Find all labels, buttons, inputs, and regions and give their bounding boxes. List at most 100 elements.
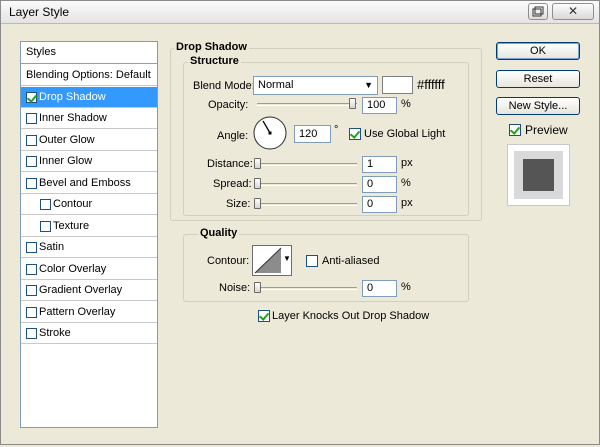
angle-dial[interactable]	[252, 115, 288, 151]
style-item-bevel-and-emboss[interactable]: Bevel and Emboss	[21, 173, 157, 194]
angle-unit: °	[334, 124, 339, 136]
preview-label: Preview	[525, 123, 568, 137]
style-item-inner-shadow[interactable]: Inner Shadow	[21, 108, 157, 129]
style-item-color-overlay[interactable]: Color Overlay	[21, 259, 157, 280]
style-item-checkbox[interactable]	[26, 242, 37, 253]
use-global-light-label: Use Global Light	[364, 128, 446, 140]
spread-label: Spread:	[213, 178, 252, 190]
restore-icon	[532, 6, 544, 17]
opacity-slider-thumb[interactable]	[349, 98, 356, 109]
shadow-color-swatch[interactable]	[382, 76, 413, 94]
noise-slider-track[interactable]	[257, 287, 357, 290]
distance-slider-track[interactable]	[257, 163, 357, 166]
knockout-checkbox[interactable]	[258, 310, 270, 322]
chevron-down-icon: ▼	[364, 80, 373, 90]
style-item-checkbox[interactable]	[26, 177, 37, 189]
spread-input[interactable]: 0	[362, 176, 397, 193]
style-item-gradient-overlay[interactable]: Gradient Overlay	[21, 280, 157, 301]
angle-input[interactable]: 120	[294, 125, 331, 143]
distance-label: Distance:	[207, 158, 253, 170]
new-style-button[interactable]: New Style...	[496, 97, 580, 115]
style-item-checkbox[interactable]	[26, 263, 37, 275]
style-item-satin[interactable]: Satin	[21, 237, 157, 258]
style-item-checkbox[interactable]	[26, 134, 37, 146]
style-item-contour[interactable]: Contour	[21, 194, 157, 215]
window-menu-button[interactable]	[528, 3, 548, 20]
size-value: 0	[367, 198, 374, 210]
style-item-pattern-overlay[interactable]: Pattern Overlay	[21, 302, 157, 323]
spread-slider-track[interactable]	[257, 183, 357, 186]
opacity-input[interactable]: 100	[362, 97, 397, 114]
preview-checkbox[interactable]	[509, 124, 521, 136]
size-unit: px	[401, 197, 413, 209]
ok-button[interactable]: OK	[496, 42, 580, 60]
opacity-unit: %	[401, 98, 411, 110]
angle-label: Angle:	[217, 130, 249, 142]
distance-slider-thumb[interactable]	[254, 158, 261, 169]
angle-value: 120	[299, 128, 318, 140]
style-item-checkbox[interactable]	[40, 220, 51, 232]
reset-button-label: Reset	[523, 73, 553, 85]
noise-label: Noise:	[219, 282, 251, 294]
contour-picker[interactable]: ▼	[252, 245, 292, 276]
close-icon: ✕	[567, 4, 579, 18]
spread-unit: %	[401, 177, 411, 189]
style-item-drop-shadow[interactable]: Drop Shadow	[21, 86, 157, 108]
styles-list: Styles Blending Options: Default Drop Sha…	[20, 41, 158, 428]
style-item-checkbox[interactable]	[26, 91, 37, 103]
style-item-inner-glow[interactable]: Inner Glow	[21, 151, 157, 172]
style-item-outer-glow[interactable]: Outer Glow	[21, 130, 157, 151]
new-style-button-label: New Style...	[508, 100, 568, 112]
style-item-checkbox[interactable]	[40, 199, 51, 210]
reset-button[interactable]: Reset	[496, 70, 580, 88]
style-item-label: Contour	[53, 198, 93, 210]
shadow-color-hex: #ffffff	[417, 77, 445, 92]
style-item-label: Inner Shadow	[39, 112, 107, 124]
size-slider-thumb[interactable]	[254, 198, 261, 209]
blend-mode-select[interactable]: Normal ▼	[253, 76, 378, 95]
opacity-label: Opacity:	[208, 99, 249, 111]
style-item-label: Gradient Overlay	[39, 284, 123, 296]
use-global-light-checkbox[interactable]	[349, 128, 361, 140]
style-item-checkbox[interactable]	[26, 113, 37, 124]
style-item-label: Blending Options: Default	[26, 69, 151, 81]
style-item-checkbox[interactable]	[26, 306, 37, 318]
anti-aliased-checkbox[interactable]	[306, 255, 318, 267]
preview-box	[507, 144, 570, 206]
opacity-value: 100	[367, 99, 386, 111]
noise-input[interactable]: 0	[362, 280, 397, 297]
drop-shadow-title: Drop Shadow	[174, 41, 249, 53]
close-button[interactable]: ✕	[552, 3, 594, 20]
style-item-label: Satin	[39, 241, 65, 253]
preview-frame	[514, 151, 563, 199]
opacity-slider-track[interactable]	[257, 103, 357, 106]
contour-curve-icon	[254, 247, 282, 274]
style-item-checkbox[interactable]	[26, 285, 37, 296]
quality-title: Quality	[198, 227, 240, 239]
distance-input[interactable]: 1	[362, 156, 397, 173]
distance-value: 1	[367, 158, 374, 170]
style-item-texture[interactable]: Texture	[21, 216, 157, 237]
size-label: Size:	[226, 198, 251, 210]
styles-header[interactable]: Styles	[21, 42, 157, 64]
blend-mode-label: Blend Mode:	[193, 80, 255, 92]
distance-unit: px	[401, 157, 413, 169]
size-slider-track[interactable]	[257, 203, 357, 206]
style-item-stroke[interactable]: Stroke	[21, 323, 157, 344]
anti-aliased-label: Anti-aliased	[322, 255, 380, 267]
noise-slider-thumb[interactable]	[254, 282, 261, 293]
layer-style-dialog: Layer Style ✕ Styles Blending Options: D…	[0, 0, 600, 445]
style-item-label: Bevel and Emboss	[39, 176, 131, 189]
size-input[interactable]: 0	[362, 196, 397, 213]
noise-value: 0	[367, 282, 374, 294]
contour-dropdown-icon[interactable]: ▼	[283, 254, 291, 263]
style-item-checkbox[interactable]	[26, 156, 37, 167]
spread-slider-thumb[interactable]	[254, 178, 261, 189]
preview-swatch	[523, 159, 554, 191]
style-item-label: Texture	[53, 219, 90, 232]
blend-mode-value: Normal	[258, 79, 294, 91]
contour-label: Contour:	[207, 255, 250, 267]
style-item-blending-options-default[interactable]: Blending Options: Default	[21, 65, 157, 86]
style-item-checkbox[interactable]	[26, 328, 37, 339]
style-item-label: Outer Glow	[39, 133, 95, 146]
